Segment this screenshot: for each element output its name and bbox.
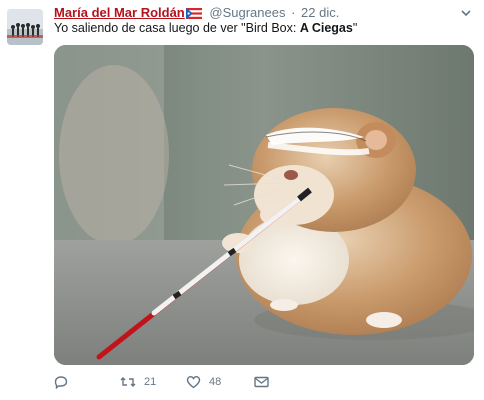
retweet-icon [120, 377, 136, 387]
retweet-count: 21 [144, 376, 157, 388]
tweet-timestamp[interactable]: 22 dic. [301, 5, 339, 20]
avatar-image [7, 9, 43, 45]
tweet-text-prefix: Yo saliendo de casa luego de ver "Bird B… [54, 21, 300, 35]
chevron-down-icon[interactable] [459, 6, 473, 20]
like-button[interactable]: 48 [186, 372, 221, 392]
direct-message-button[interactable] [254, 372, 269, 392]
author-handle[interactable]: @Sugranees [209, 5, 285, 20]
tweet-photo[interactable] [54, 45, 474, 365]
envelope-icon [254, 376, 269, 388]
avatar[interactable] [7, 9, 43, 45]
retweet-button[interactable]: 21 [120, 372, 156, 392]
separator-dot: · [291, 5, 296, 20]
tweet-actions: 21 48 [54, 372, 434, 392]
tweet-text: Yo saliendo de casa luego de ver "Bird B… [54, 20, 474, 37]
author-name[interactable]: María del Mar Roldán [54, 5, 185, 20]
tweet-text-suffix: " [352, 21, 358, 35]
hamster-with-cane-photo [54, 45, 474, 365]
heart-icon [186, 375, 201, 389]
reply-icon [54, 376, 68, 389]
reply-button[interactable] [54, 372, 68, 392]
tweet-card[interactable]: María del Mar Roldán @Sugranees · 22 dic… [0, 0, 484, 400]
tweet-text-bold: A Ciegas [299, 21, 353, 35]
like-count: 48 [209, 376, 222, 388]
